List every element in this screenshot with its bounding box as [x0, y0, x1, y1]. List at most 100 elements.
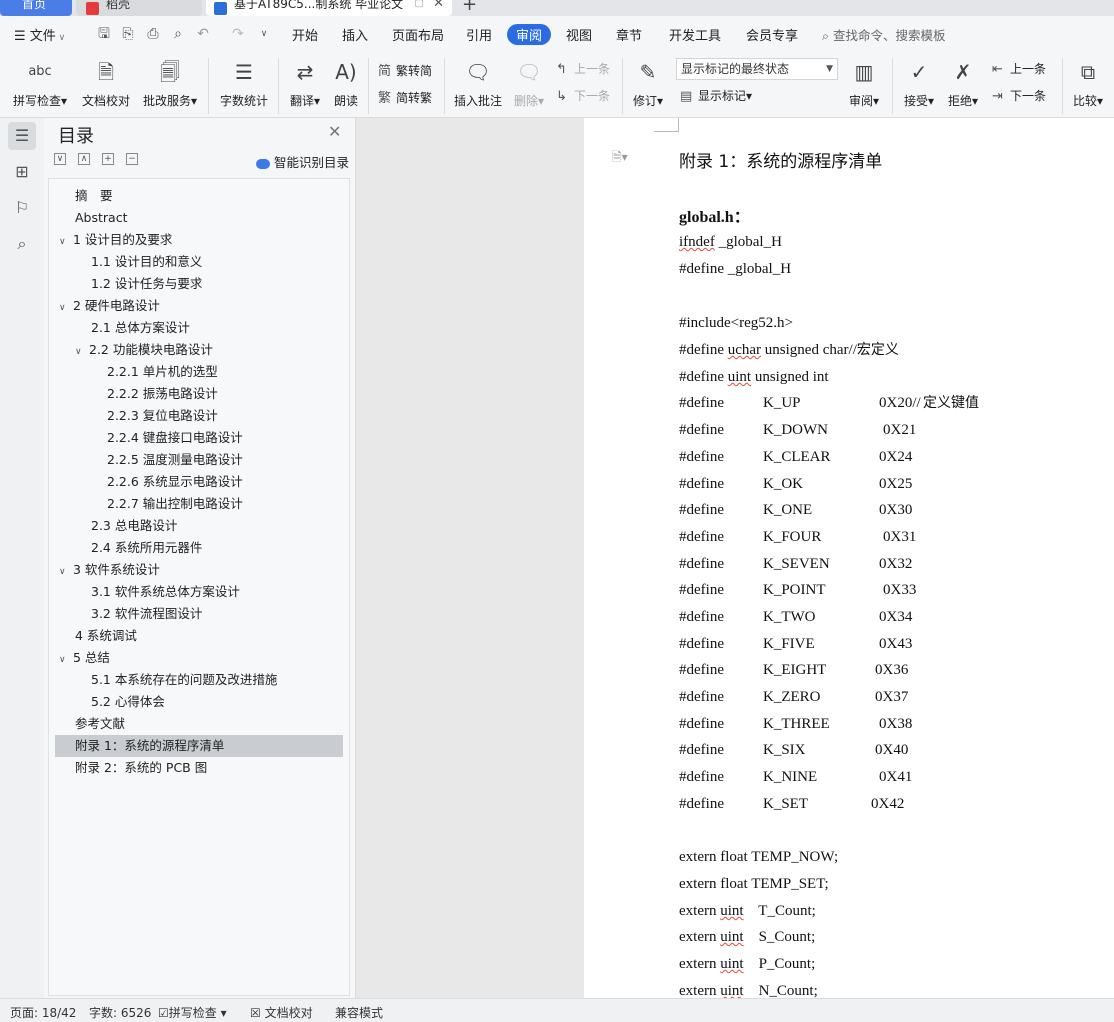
remove-level-icon[interactable]: − [126, 153, 138, 165]
chevron-down-icon[interactable]: ∨ [59, 297, 73, 319]
tab-close-icon[interactable]: ✕ [433, 0, 444, 16]
review-service-button[interactable]: 🗐 批改服务▾ [140, 58, 200, 109]
code-text: #define uchar unsigned char// [679, 342, 857, 358]
track-changes-icon: ✎ [639, 60, 657, 84]
tab-home[interactable]: 首页 [0, 0, 72, 16]
code-macro-value: 0X42 [871, 796, 905, 812]
read-aloud-button[interactable]: A) 朗读 [330, 58, 362, 109]
word-count-button[interactable]: ☰ 字数统计 [216, 58, 272, 109]
toc-item[interactable]: 附录 2：系统的 PCB 图 [75, 757, 207, 779]
toc-item[interactable]: 1.2 设计任务与要求 [91, 273, 202, 295]
paragraph-icon[interactable]: 🗎▾ [612, 148, 628, 169]
status-spellcheck[interactable]: ☑拼写检查 ▾ [158, 1004, 227, 1021]
toc-item[interactable]: 5.2 心得体会 [91, 691, 165, 713]
menu-home[interactable]: 开始 [292, 25, 318, 44]
toc-item[interactable]: 3.2 软件流程图设计 [91, 603, 202, 625]
word-count-indicator[interactable]: 字数: 6526 [89, 1004, 151, 1021]
toc-item[interactable]: 2.1 总体方案设计 [91, 317, 190, 339]
toc-icon[interactable]: ☰ [8, 122, 36, 150]
document-page[interactable]: 🗎▾ 附录 1：系统的源程序清单 global.h： ifndef _global… [584, 118, 1114, 998]
menu-view[interactable]: 视图 [566, 25, 592, 44]
collapse-all-icon[interactable]: ∨ [54, 153, 66, 165]
undo-icon[interactable]: ↶ [195, 26, 211, 42]
spellcheck-button[interactable]: abc 拼写检查▾ [10, 58, 70, 109]
close-icon[interactable]: ✕ [328, 122, 341, 141]
print-preview-icon[interactable]: ⌕ [170, 26, 186, 42]
markup-state-select[interactable]: 显示标记的最终状态 ▼ [676, 58, 838, 80]
insert-comment-button[interactable]: 🗨 插入批注 [452, 58, 504, 109]
toc-item[interactable]: 2.2.4 键盘接口电路设计 [107, 427, 243, 449]
toc-item[interactable]: Abstract [75, 207, 127, 229]
menu-member[interactable]: 会员专享 [746, 25, 798, 44]
toc-item[interactable]: 2.2.1 单片机的选型 [107, 361, 218, 383]
simp-to-trad-button[interactable]: 繁简转繁 [378, 87, 432, 106]
nav-icon-strip: ☰ ⊞ ⚐ ⌕ [0, 118, 44, 998]
add-level-icon[interactable]: + [102, 153, 114, 165]
toc-item[interactable]: 2.2.5 温度测量电路设计 [107, 449, 243, 471]
toc-item[interactable]: 2.4 系统所用元器件 [91, 537, 202, 559]
smart-toc-button[interactable]: 智能识别目录 [256, 152, 349, 171]
chevron-down-icon[interactable]: ∨ [59, 561, 73, 583]
show-markup-button[interactable]: ▤ 显示标记▾ [680, 87, 752, 104]
menu-insert[interactable]: 插入 [342, 25, 368, 44]
toc-item[interactable]: 3.1 软件系统总体方案设计 [91, 581, 240, 603]
translate-button[interactable]: ⇄ 翻译▾ [286, 58, 324, 109]
checkbox-icon: ☑ [158, 1006, 169, 1020]
expand-all-icon[interactable]: ∧ [78, 153, 90, 165]
toc-item[interactable]: 2.3 总电路设计 [91, 515, 177, 537]
toc-item[interactable]: 5.1 本系统存在的问题及改进措施 [91, 669, 277, 691]
toc-item[interactable]: 2.2.2 振荡电路设计 [107, 383, 218, 405]
next-change-button[interactable]: ⇥ 下一条 [992, 87, 1046, 104]
delete-comment-button[interactable]: 🗨 删除▾ [510, 58, 548, 109]
compare-button[interactable]: ⧉ 比较▾ [1068, 58, 1108, 109]
prev-comment-button[interactable]: ↰ 上一条 [556, 60, 610, 77]
toc-item[interactable]: 2.2.3 复位电路设计 [107, 405, 218, 427]
menu-references[interactable]: 引用 [466, 25, 492, 44]
toc-item-selected[interactable]: 附录 1：系统的源程序清单 [55, 735, 343, 757]
menu-developer[interactable]: 开发工具 [669, 25, 721, 44]
doc-proofread-button[interactable]: 🗎 文档校对 [80, 58, 132, 109]
page-indicator[interactable]: 页面: 18/42 [10, 1004, 76, 1021]
chevron-down-icon[interactable]: ∨ [59, 231, 73, 253]
track-changes-button[interactable]: ✎ 修订▾ [630, 58, 666, 109]
review-pane-button[interactable]: ▥ 审阅▾ [846, 58, 882, 109]
toc-item[interactable]: ∨ 2 硬件电路设计 [59, 295, 160, 317]
toc-item[interactable]: 4 系统调试 [75, 625, 137, 647]
status-proofread[interactable]: ☒ 文档校对 [250, 1004, 313, 1021]
chapter-nav-icon[interactable]: ⊞ [8, 158, 36, 186]
toc-item[interactable]: ∨ 1 设计目的及要求 [59, 229, 172, 251]
save-icon[interactable]: 🖫 [96, 26, 112, 42]
toc-item[interactable]: 2.2.6 系统显示电路设计 [107, 471, 243, 493]
accept-button[interactable]: ✓ 接受▾ [900, 58, 938, 109]
export-pdf-icon[interactable]: ⎘ [120, 26, 136, 42]
toc-item[interactable]: 摘 要 [75, 185, 113, 207]
code-text: #include<reg52.h> [679, 315, 793, 331]
menu-chapter[interactable]: 章节 [616, 25, 642, 44]
proofread-icon: 🗎 [97, 60, 115, 84]
next-comment-button[interactable]: ↳ 下一条 [556, 87, 610, 104]
tab-daoke[interactable]: 稻壳 [76, 0, 202, 16]
toc-item[interactable]: ∨ 3 软件系统设计 [59, 559, 160, 581]
toc-item[interactable]: 1.1 设计目的和意义 [91, 251, 202, 273]
toc-item[interactable]: 参考文献 [75, 713, 125, 735]
toc-item[interactable]: ∨ 2.2 功能模块电路设计 [75, 339, 213, 361]
tab-pin-icon[interactable]: ▢ [415, 0, 424, 16]
new-tab-icon[interactable]: + [462, 0, 477, 15]
toc-item[interactable]: ∨ 5 总结 [59, 647, 110, 669]
menu-page-layout[interactable]: 页面布局 [392, 25, 444, 44]
trad-to-simp-button[interactable]: 简繁转简 [378, 60, 432, 79]
chevron-down-icon[interactable]: ∨ [59, 649, 73, 671]
prev-change-button[interactable]: ⇤ 上一条 [992, 60, 1046, 77]
toc-item[interactable]: 2.2.7 输出控制电路设计 [107, 493, 243, 515]
bookmark-icon[interactable]: ⚐ [8, 194, 36, 222]
menu-review[interactable]: 审阅 [507, 24, 552, 45]
quick-access-more-icon[interactable]: ∨ [256, 26, 272, 42]
command-search[interactable]: ⌕ 查找命令、搜索模板 [822, 25, 946, 44]
tab-document[interactable]: 基于AT89C5...制系统 毕业论文 ▢ ✕ [206, 0, 452, 16]
print-icon[interactable]: ⎙ [145, 26, 161, 42]
redo-icon[interactable]: ↷ [230, 26, 246, 42]
reject-button[interactable]: ✗ 拒绝▾ [944, 58, 982, 109]
file-menu[interactable]: ☰ 文件 ∨ [14, 25, 65, 44]
chevron-down-icon[interactable]: ∨ [75, 341, 89, 363]
search-icon[interactable]: ⌕ [8, 230, 36, 258]
